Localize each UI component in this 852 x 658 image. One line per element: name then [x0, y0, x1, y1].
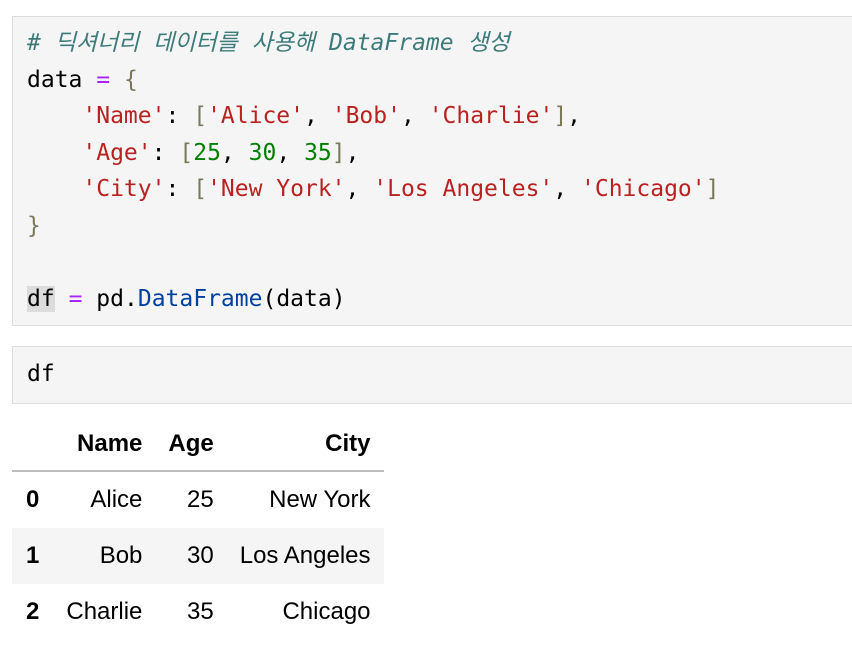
code-operator-assign: =	[96, 66, 111, 93]
cell-city: New York	[269, 486, 371, 513]
cell-age: 30	[187, 542, 214, 569]
cell-name: Charlie	[66, 598, 143, 625]
table-row: 0 Alice 25 New York	[12, 471, 384, 528]
code-operator-assign: =	[68, 285, 83, 312]
code-variable-df-highlighted: df	[27, 285, 55, 312]
code-string-charlie: 'Charlie'	[428, 103, 554, 129]
code-bracket-close: ]	[331, 139, 346, 166]
code-comma: ,	[345, 139, 360, 166]
code-line-df-assign: df = pd.DataFrame(data)	[27, 281, 852, 318]
code-colon: :	[165, 103, 180, 129]
code-module-pd: pd	[96, 285, 124, 312]
code-paren-close: )	[331, 285, 346, 312]
column-header-city: City	[226, 418, 384, 472]
code-number-25: 25	[193, 139, 221, 166]
code-bracket-close: ]	[705, 176, 720, 202]
code-comma: ,	[400, 103, 415, 129]
code-key-city: 'City'	[82, 176, 166, 202]
code-line-city: 'City': ['New York', 'Los Angeles', 'Chi…	[27, 171, 852, 208]
code-comma: ,	[553, 176, 568, 202]
code-cell-display-df[interactable]: df	[12, 346, 852, 404]
code-line-df: df	[27, 356, 852, 393]
cell-age: 35	[187, 598, 214, 625]
column-header-name: Name	[53, 418, 156, 472]
code-variable-data: data	[27, 66, 83, 93]
code-variable-df: df	[27, 361, 55, 387]
code-dot: .	[123, 285, 138, 312]
code-comment: # 딕셔너리 데이터를 사용해 DataFrame 생성	[27, 30, 510, 56]
code-number-35: 35	[304, 139, 332, 166]
row-index: 1	[26, 542, 40, 569]
code-string-alice: 'Alice'	[207, 103, 304, 129]
code-number-30: 30	[248, 139, 277, 166]
cell-age: 25	[187, 486, 214, 513]
code-brace-open: {	[123, 66, 138, 93]
cell-city: Chicago	[282, 598, 371, 625]
code-comma: ,	[220, 139, 235, 166]
code-comma: ,	[345, 176, 360, 202]
code-string-new-york: 'New York'	[207, 176, 346, 202]
table-header-row: Name Age City	[12, 418, 384, 472]
cell-name: Alice	[90, 486, 143, 513]
cell-name: Bob	[99, 542, 143, 569]
code-editor[interactable]: # 딕셔너리 데이터를 사용해 DataFrame 생성 data = { 'Na…	[13, 17, 852, 317]
dataframe-output-table: Name Age City 0 Alice 25 New York 1 Bob …	[12, 418, 384, 640]
table-row: 1 Bob 30 Los Angeles	[12, 528, 384, 584]
index-header	[12, 418, 54, 472]
code-editor[interactable]: df	[13, 347, 852, 393]
code-comma: ,	[276, 139, 291, 166]
code-colon: :	[151, 139, 166, 166]
code-line-name: 'Name': ['Alice', 'Bob', 'Charlie'],	[27, 98, 852, 135]
table-row: 2 Charlie 35 Chicago	[12, 584, 384, 640]
code-string-bob: 'Bob'	[331, 103, 401, 129]
code-function-dataframe: DataFrame	[137, 285, 263, 312]
row-index: 0	[26, 486, 40, 513]
code-colon: :	[165, 176, 180, 202]
cell-city: Los Angeles	[239, 542, 371, 569]
code-key-age: 'Age'	[82, 139, 152, 166]
code-line-brace-close: }	[27, 208, 852, 245]
code-line-comment: # 딕셔너리 데이터를 사용해 DataFrame 생성	[27, 25, 852, 62]
code-paren-open: (	[262, 285, 277, 312]
code-comma: ,	[567, 103, 582, 129]
code-line-age: 'Age': [25, 30, 35],	[27, 135, 852, 172]
code-line-data-assign: data = {	[27, 62, 852, 99]
code-bracket-open: [	[179, 139, 194, 166]
code-bracket-close: ]	[553, 103, 568, 129]
code-argument-data: data	[276, 285, 332, 312]
code-bracket-open: [	[193, 103, 208, 129]
code-bracket-open: [	[193, 176, 208, 202]
code-key-name: 'Name'	[82, 103, 166, 129]
column-header-age: Age	[155, 418, 227, 472]
code-brace-close: }	[27, 212, 41, 239]
row-index: 2	[26, 598, 40, 625]
code-string-los-angeles: 'Los Angeles'	[373, 176, 554, 202]
code-string-chicago: 'Chicago'	[581, 176, 706, 202]
code-cell-create-dataframe[interactable]: # 딕셔너리 데이터를 사용해 DataFrame 생성 data = { 'Na…	[12, 16, 852, 326]
code-comma: ,	[304, 103, 318, 129]
